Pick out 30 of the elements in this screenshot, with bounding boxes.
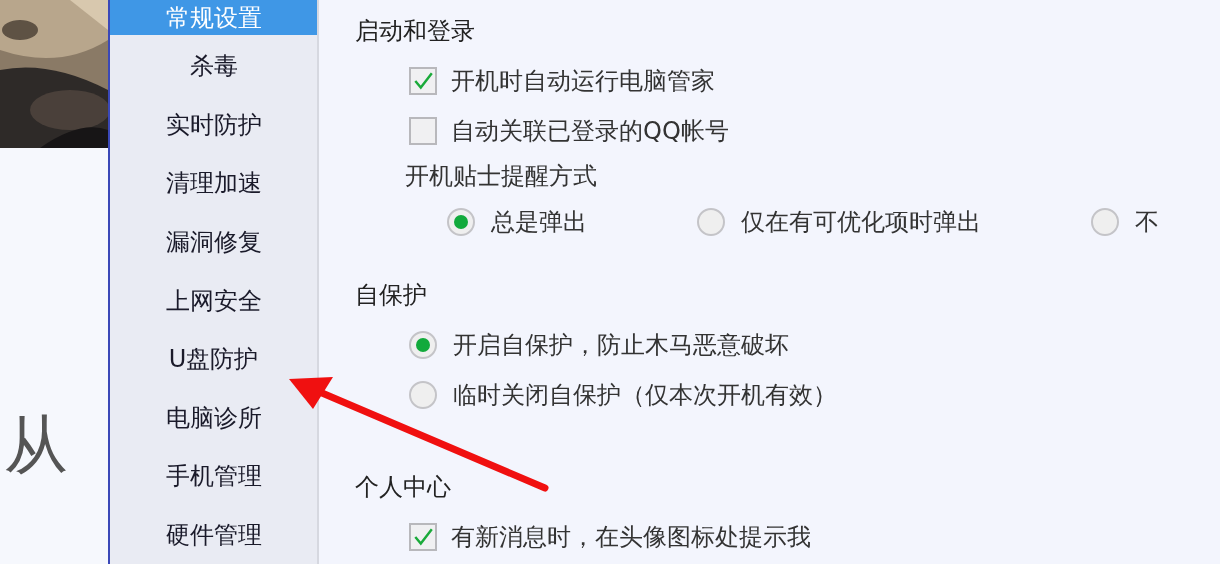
radio-button[interactable]	[409, 331, 437, 359]
section-title: 自保护	[355, 280, 428, 311]
checkbox-label: 开机时自动运行电脑管家	[451, 66, 715, 97]
sidebar-item[interactable]: 实时防护	[110, 95, 317, 155]
sidebar-item[interactable]: 上网安全	[110, 271, 317, 330]
radio-button[interactable]	[697, 208, 725, 236]
radio-label: 开启自保护，防止木马恶意破坏	[453, 330, 789, 361]
sidebar-item[interactable]: 电脑诊所	[110, 388, 317, 447]
sidebar-item[interactable]: 杀毒	[110, 37, 317, 96]
sidebar-item[interactable]: U盘防护	[110, 329, 317, 389]
radio-button[interactable]	[1091, 208, 1119, 236]
checkbox[interactable]	[409, 117, 437, 145]
sidebar-item[interactable]: 清理加速	[110, 154, 317, 213]
section-title: 个人中心	[355, 472, 452, 503]
section-title: 启动和登录	[355, 16, 476, 47]
checkbox-checked[interactable]	[409, 67, 437, 95]
option-caption: 开机贴士提醒方式	[405, 161, 597, 192]
radio-button[interactable]	[409, 381, 437, 409]
checkbox-label: 自动关联已登录的QQ帐号	[451, 116, 729, 147]
checkbox-checked[interactable]	[409, 523, 437, 551]
sidebar-item[interactable]: 漏洞修复	[110, 212, 317, 272]
radio-label: 临时关闭自保护（仅本次开机有效）	[453, 380, 837, 411]
radio-label: 不	[1135, 207, 1159, 238]
sidebar-item[interactable]: 硬件管理	[110, 505, 317, 564]
radio-label: 仅在有可优化项时弹出	[741, 207, 981, 238]
radio-label: 总是弹出	[491, 207, 587, 238]
sidebar-item[interactable]: 手机管理	[110, 446, 317, 506]
background-text: 从	[3, 413, 69, 477]
radio-button[interactable]	[447, 208, 475, 236]
checkbox-label: 有新消息时，在头像图标处提示我	[451, 522, 811, 553]
